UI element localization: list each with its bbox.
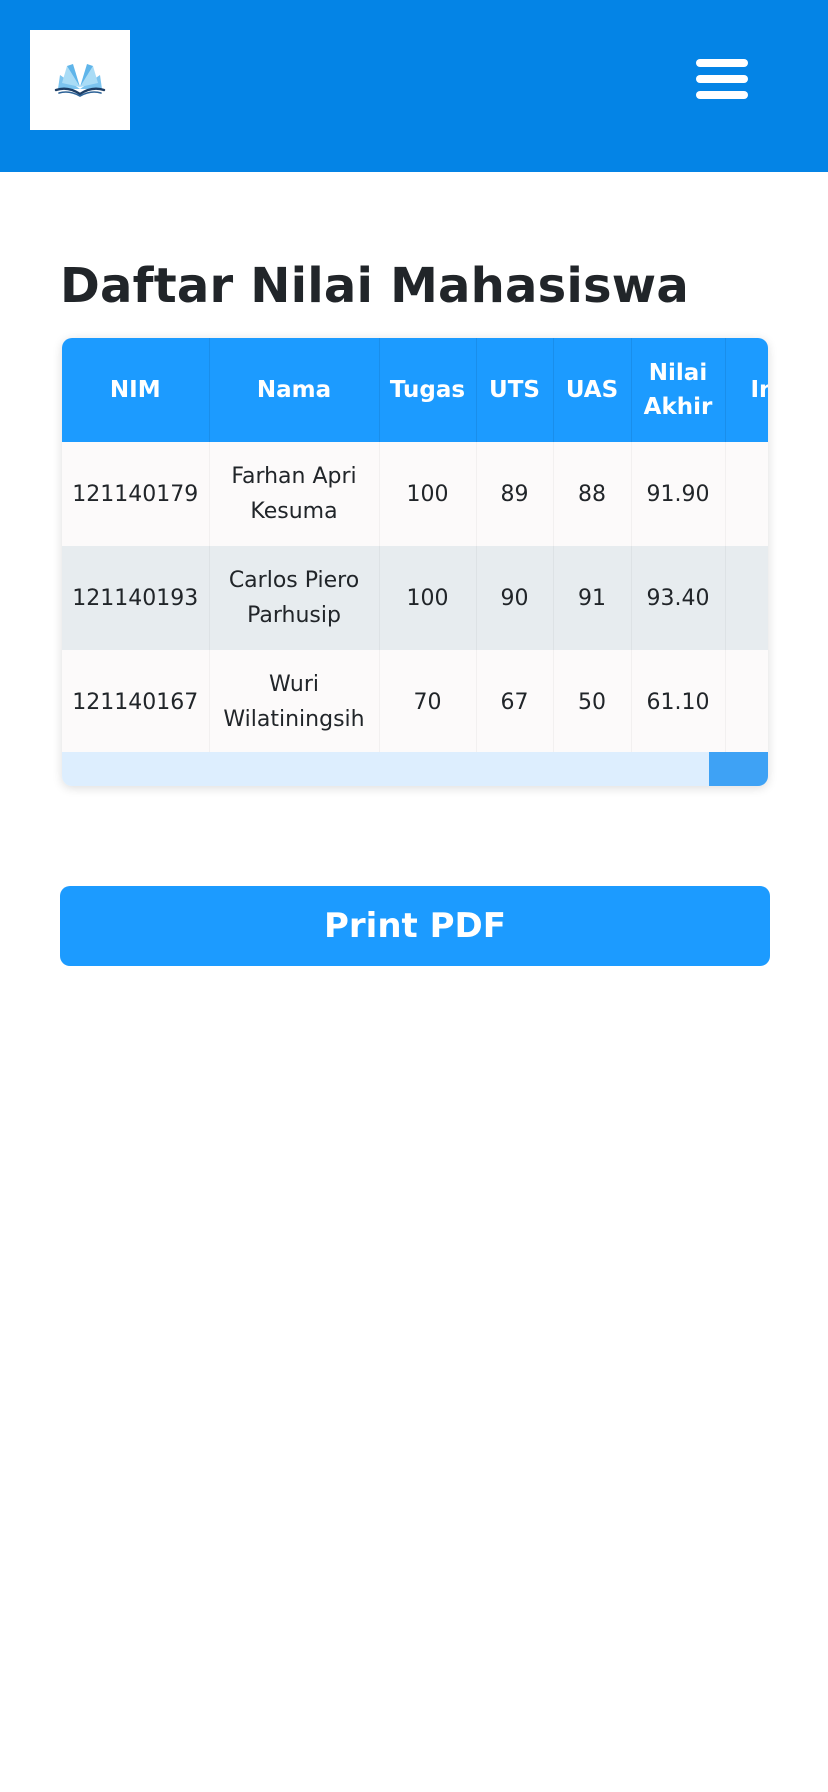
column-header-tugas[interactable]: Tugas <box>379 338 477 442</box>
menu-bar <box>696 91 748 99</box>
logo[interactable] <box>30 30 130 130</box>
cell-nilai-akhir: 91.90 <box>631 442 726 546</box>
cell-indeks <box>725 546 768 650</box>
cell-nim: 121140167 <box>62 650 210 752</box>
cell-uts: 89 <box>476 442 554 546</box>
cell-tugas: 100 <box>379 546 477 650</box>
cell-uas: 50 <box>553 650 632 752</box>
column-header-indeks[interactable]: Indeks <box>725 338 768 442</box>
cell-uts: 90 <box>476 546 554 650</box>
cell-uas: 88 <box>553 442 632 546</box>
cell-uts: 67 <box>476 650 554 752</box>
cell-indeks <box>725 442 768 546</box>
column-header-nama[interactable]: Nama <box>209 338 380 442</box>
column-header-nim[interactable]: NIM <box>62 338 210 442</box>
grades-table-container: NIM Nama Tugas UTS UAS Nilai Akhir Indek… <box>62 338 768 786</box>
menu-bar <box>696 59 748 67</box>
cell-nilai-akhir: 61.10 <box>631 650 726 752</box>
table-row: 121140193 Carlos Piero Parhusip 100 90 9… <box>62 546 768 650</box>
table-row: 121140179 Farhan Apri Kesuma 100 89 88 9… <box>62 442 768 546</box>
scrollbar-thumb[interactable] <box>709 752 768 786</box>
column-header-nilai-akhir[interactable]: Nilai Akhir <box>631 338 726 442</box>
cell-nilai-akhir: 93.40 <box>631 546 726 650</box>
grades-table: NIM Nama Tugas UTS UAS Nilai Akhir Indek… <box>62 338 768 752</box>
menu-bar <box>696 75 748 83</box>
hamburger-menu-icon[interactable] <box>690 52 750 106</box>
cell-nim: 121140179 <box>62 442 210 546</box>
page-title: Daftar Nilai Mahasiswa <box>60 258 689 314</box>
cell-tugas: 70 <box>379 650 477 752</box>
horizontal-scrollbar[interactable] <box>62 752 768 786</box>
cell-nim: 121140193 <box>62 546 210 650</box>
cell-uas: 91 <box>553 546 632 650</box>
table-header-row: NIM Nama Tugas UTS UAS Nilai Akhir Indek… <box>62 338 768 442</box>
top-navbar <box>0 0 828 172</box>
table-row: 121140167 Wuri Wilatiningsih 70 67 50 61… <box>62 650 768 752</box>
cell-tugas: 100 <box>379 442 477 546</box>
column-header-uts[interactable]: UTS <box>476 338 554 442</box>
column-header-uas[interactable]: UAS <box>553 338 632 442</box>
open-book-icon <box>54 64 106 97</box>
print-pdf-button[interactable]: Print PDF <box>60 886 770 966</box>
cell-nama: Carlos Piero Parhusip <box>209 546 380 650</box>
table-scroll-area[interactable]: NIM Nama Tugas UTS UAS Nilai Akhir Indek… <box>62 338 768 752</box>
cell-nama: Wuri Wilatiningsih <box>209 650 380 752</box>
cell-indeks <box>725 650 768 752</box>
cell-nama: Farhan Apri Kesuma <box>209 442 380 546</box>
